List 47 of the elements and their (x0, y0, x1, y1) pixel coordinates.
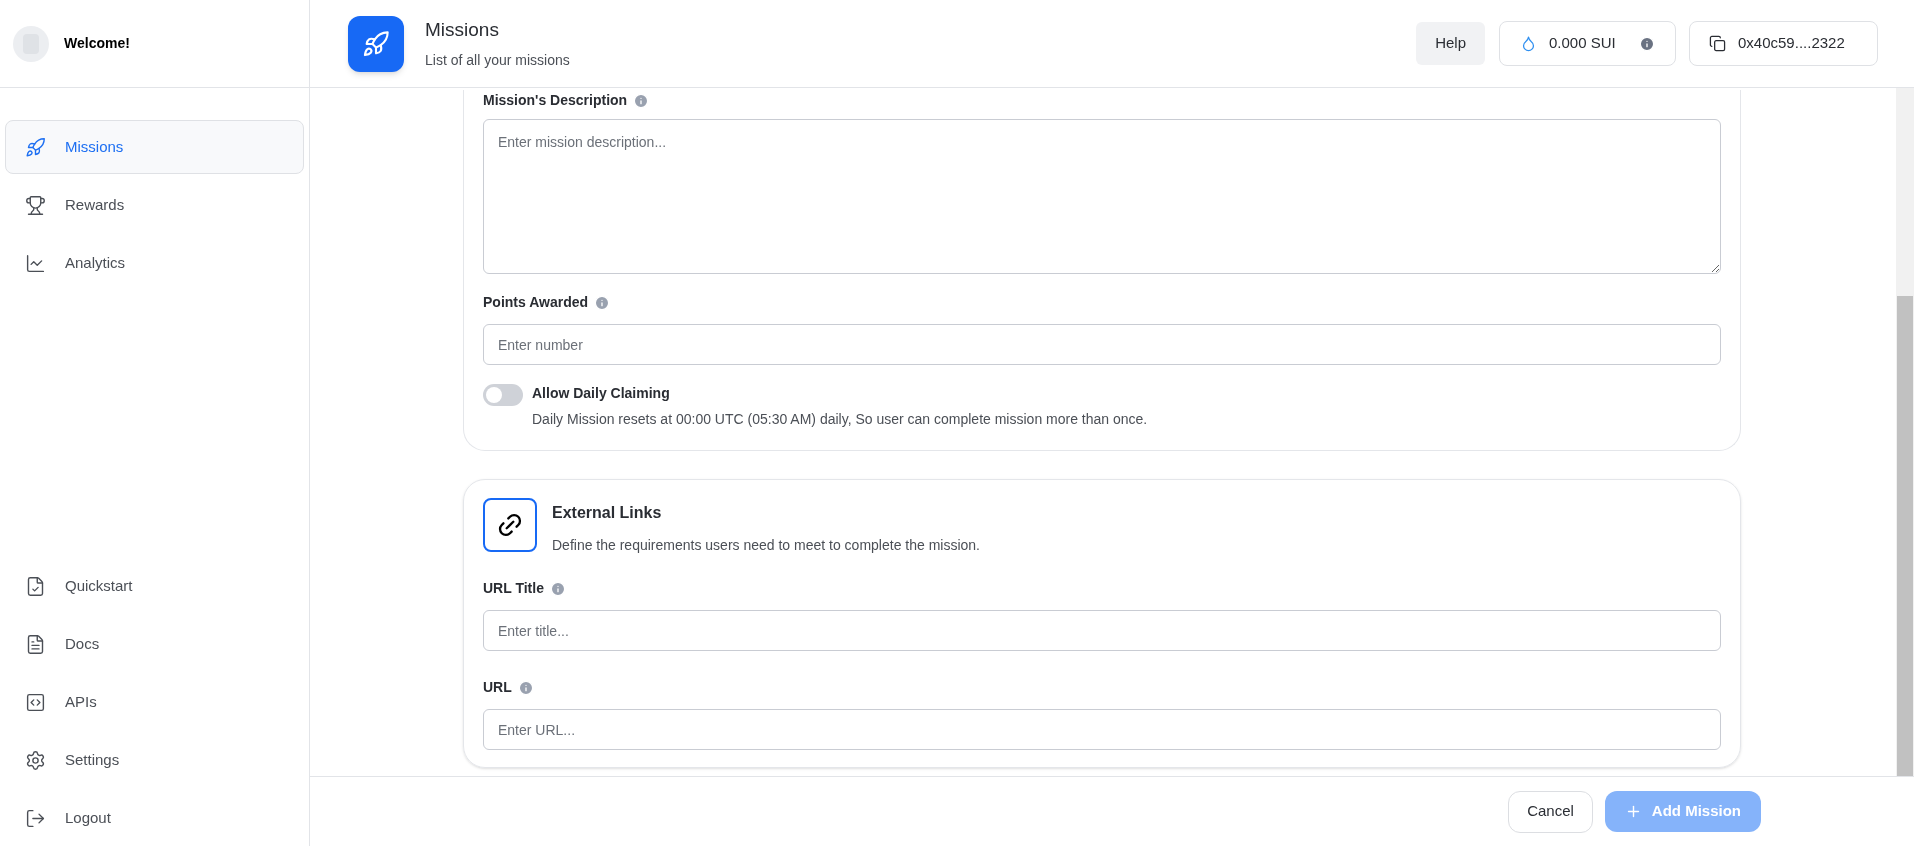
code-icon (25, 691, 46, 713)
sidebar-item[interactable]: Logout (5, 791, 304, 845)
page-title: Missions (425, 17, 500, 42)
input-field[interactable]: Enter number (483, 324, 1721, 365)
info-icon (1639, 35, 1655, 52)
scrollbar[interactable] (1896, 88, 1914, 776)
section-subtitle: Define the requirements users need to meet to complete the mission. (552, 536, 980, 555)
sidebar-item[interactable]: APIs (5, 675, 304, 729)
link-icon (483, 498, 537, 552)
toggle-switch[interactable] (483, 384, 523, 406)
info-icon (517, 679, 534, 696)
droplet-icon (1520, 35, 1537, 52)
field-label: Mission's Description (483, 91, 628, 110)
cancel-button[interactable]: Cancel (1508, 790, 1593, 833)
welcome-text: Welcome! (64, 34, 130, 53)
checklist-icon (25, 575, 46, 597)
description-field[interactable]: Enter mission description... (483, 119, 1721, 274)
sidebar-item[interactable]: Analytics (5, 236, 304, 290)
input-field[interactable]: Enter title... (483, 610, 1721, 651)
sidebar-item[interactable]: Rewards (5, 178, 304, 232)
toggle-label: Allow Daily Claiming (532, 384, 671, 403)
sidebar-item[interactable]: Docs (5, 617, 304, 671)
sidebar-item[interactable]: Quickstart (5, 559, 304, 613)
rocket-badge-icon (348, 15, 404, 72)
page-subtitle: List of all your missions (425, 51, 570, 71)
section-title: External Links (552, 503, 663, 523)
logout-icon (25, 807, 46, 829)
sidebar-item[interactable]: Missions (5, 120, 304, 174)
help-button[interactable]: Help (1416, 22, 1485, 65)
info-icon (549, 580, 566, 597)
avatar (13, 25, 49, 62)
field-label: URL (483, 678, 512, 697)
info-icon (594, 294, 611, 311)
sidebar-item[interactable]: Settings (5, 733, 304, 787)
input-field[interactable]: Enter URL... (483, 709, 1721, 750)
balance-button[interactable]: 0.000 SUI (1499, 21, 1676, 66)
info-icon (633, 92, 650, 109)
field-label: URL Title (483, 579, 544, 598)
trophy-icon (25, 194, 46, 216)
rocket-icon (25, 136, 46, 158)
field-label: Points Awarded (483, 293, 589, 312)
line-chart-icon (25, 252, 46, 274)
document-icon (25, 633, 46, 655)
wallet-address-button[interactable]: 0x40c59....2322 (1689, 21, 1878, 66)
copy-icon (1709, 35, 1726, 52)
toggle-hint: Daily Mission resets at 00:00 UTC (05:30 AM) daily, So user can complete mission more than once. (532, 410, 1148, 429)
settings-icon (25, 749, 46, 771)
